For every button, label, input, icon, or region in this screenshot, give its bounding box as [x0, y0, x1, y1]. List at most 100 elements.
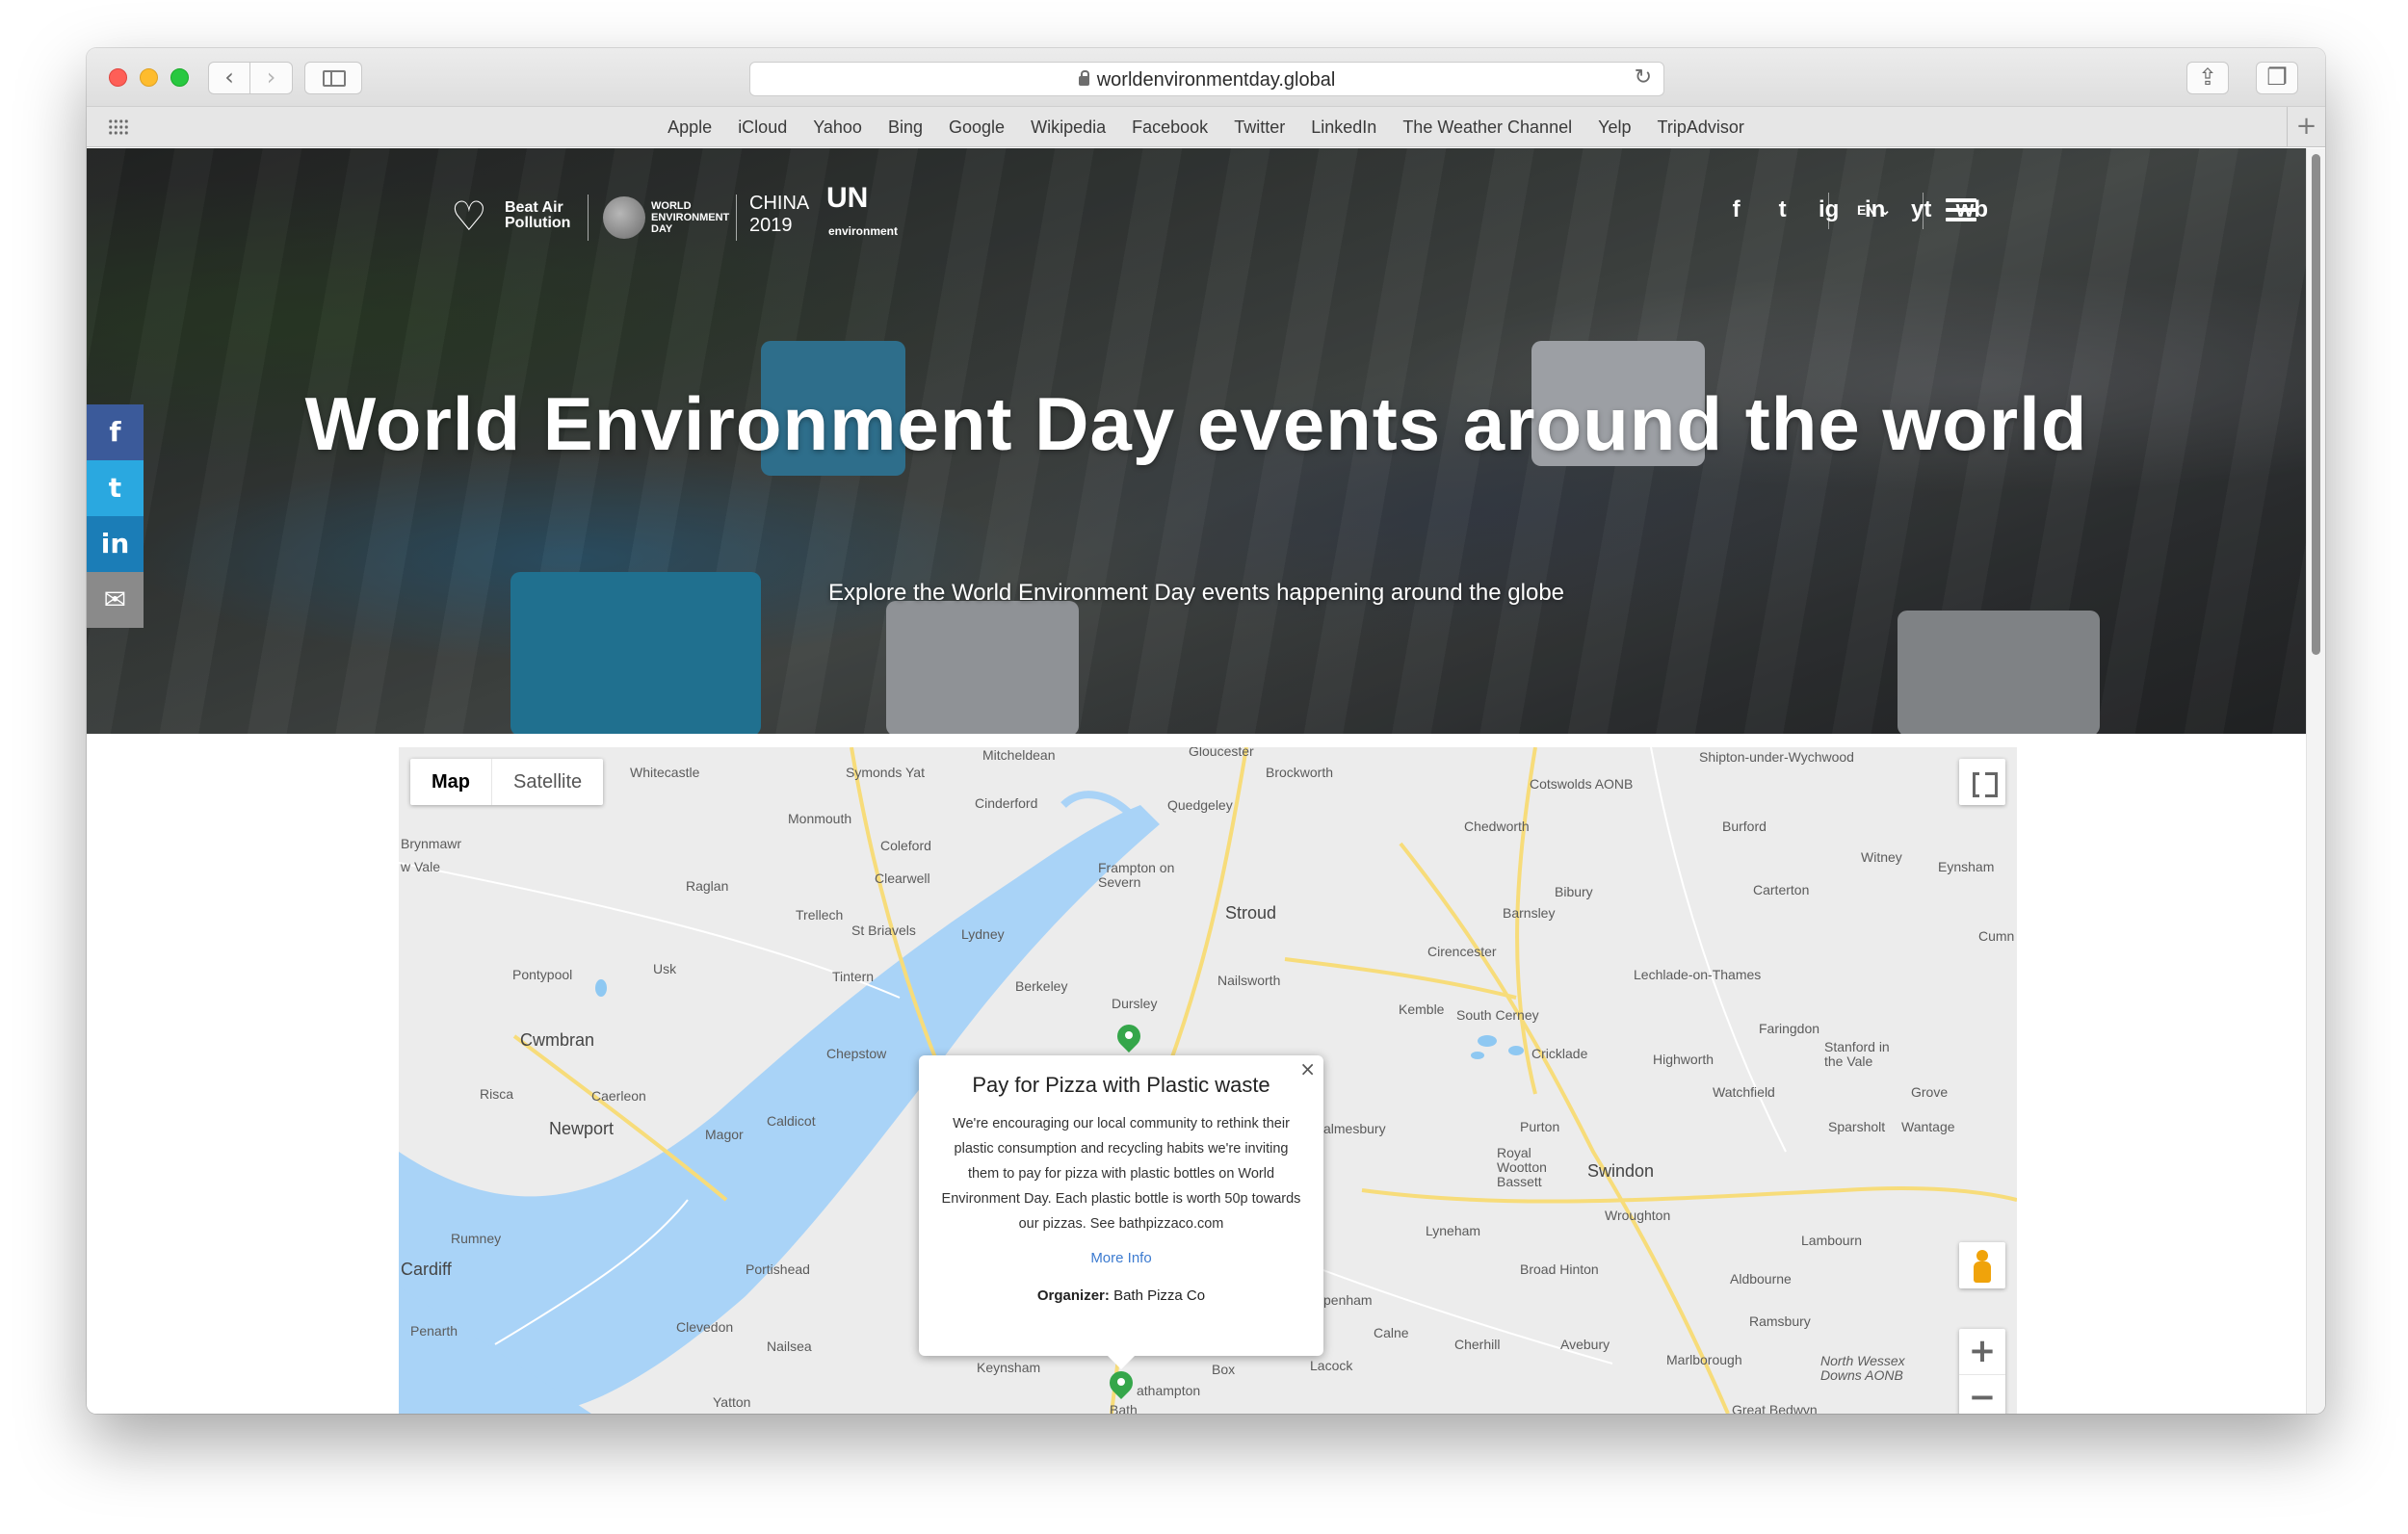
map-label: Pontypool	[512, 967, 573, 982]
share-email-icon[interactable]: ✉	[87, 572, 144, 628]
share-linkedin-icon[interactable]: in	[87, 516, 144, 572]
map-label: Clevedon	[676, 1319, 734, 1335]
bookmarks-bar: Apple iCloud Yahoo Bing Google Wikipedia…	[87, 107, 2325, 147]
map-label: Calne	[1374, 1325, 1409, 1340]
event-marker-icon[interactable]	[1110, 1371, 1133, 1402]
map-label: Stroud	[1225, 903, 1277, 923]
facebook-icon[interactable]: f	[1725, 196, 1748, 223]
reload-icon[interactable]: ↻	[1635, 65, 1652, 90]
divider	[736, 195, 737, 241]
bookmark-tripadvisor[interactable]: TripAdvisor	[1658, 117, 1744, 137]
bookmark-google[interactable]: Google	[949, 117, 1005, 137]
china-2019-logo: CHINA 2019	[749, 193, 809, 236]
events-map[interactable]: Gloucester Mitcheldean Symonds Yat White…	[399, 747, 2017, 1414]
organizer-label: Organizer:	[1036, 1287, 1110, 1304]
divider	[1828, 193, 1829, 229]
map-label: Monmouth	[788, 811, 852, 826]
url-text: worldenvironmentday.global	[1096, 69, 1336, 91]
map-label: Tintern	[832, 969, 875, 984]
title-bar: ‹ › worldenvironmentday.global ↻ ⇪ ❐	[87, 48, 2325, 107]
new-tab-button[interactable]: +	[2287, 107, 2325, 147]
scrollbar-thumb[interactable]	[2312, 154, 2320, 655]
bookmark-twitter[interactable]: Twitter	[1234, 117, 1285, 137]
lock-icon	[1078, 70, 1089, 86]
map-label: Brockworth	[1266, 765, 1334, 780]
map-type-satellite-button[interactable]: Satellite	[492, 759, 603, 805]
share-twitter-icon[interactable]: t	[87, 460, 144, 516]
map-label: Witney	[1861, 849, 1902, 865]
youtube-icon[interactable]: yt	[1910, 196, 1933, 223]
sidebar-toggle-button[interactable]	[304, 62, 362, 94]
map-label: Usk	[653, 961, 677, 976]
map-label: Stanford in the Vale	[1824, 1039, 1890, 1069]
forward-button[interactable]: ›	[250, 62, 293, 94]
language-selector[interactable]: EN ⌄	[1857, 202, 1891, 219]
share-facebook-icon[interactable]: f	[87, 404, 144, 460]
fullscreen-icon[interactable]	[1959, 759, 2005, 805]
address-bar[interactable]: worldenvironmentday.global ↻	[749, 62, 1664, 96]
map-label: Highworth	[1653, 1052, 1714, 1067]
map-label: Wroughton	[1605, 1208, 1671, 1223]
event-organizer: Organizer: Bath Pizza Co	[919, 1287, 1323, 1304]
map-label: Brynmawr	[401, 836, 462, 851]
map-label: Wantage	[1901, 1119, 1955, 1134]
bookmark-yahoo[interactable]: Yahoo	[813, 117, 862, 137]
map-label: Raglan	[686, 878, 729, 894]
bookmark-weather-channel[interactable]: The Weather Channel	[1402, 117, 1572, 137]
event-info-window: × Pay for Pizza with Plastic waste We're…	[919, 1055, 1323, 1369]
bookmark-icloud[interactable]: iCloud	[738, 117, 787, 137]
hero-photo-vehicle	[886, 601, 1079, 734]
map-label: Cardiff	[401, 1260, 452, 1279]
close-window-button[interactable]	[109, 68, 127, 87]
chevron-left-icon: ‹	[224, 64, 234, 91]
page-title: World Environment Day events around the …	[304, 381, 2088, 466]
map-label: Marlborough	[1666, 1352, 1742, 1367]
globe-logo-icon	[603, 196, 645, 239]
map-label: Lechlade-on-Thames	[1634, 967, 1762, 982]
event-marker-icon[interactable]	[1117, 1025, 1140, 1055]
map-label: Sparsholt	[1828, 1119, 1886, 1134]
page-scrollbar[interactable]	[2306, 148, 2325, 1414]
bookmark-apple[interactable]: Apple	[667, 117, 712, 137]
map-label: Kemble	[1399, 1001, 1445, 1017]
tabs-icon: ❐	[2266, 64, 2288, 91]
page-subtitle: Explore the World Environment Day events…	[827, 580, 1565, 606]
map-label: Rumney	[451, 1231, 502, 1246]
share-sidebar: f t in ✉	[87, 404, 144, 628]
back-button[interactable]: ‹	[208, 62, 250, 94]
zoom-in-button[interactable]: +	[1959, 1329, 2005, 1375]
event-description: We're encouraging our local community to…	[941, 1116, 1301, 1232]
map-label: Coleford	[880, 838, 931, 853]
map-label: Great Bedwyn	[1732, 1402, 1818, 1414]
minimize-window-button[interactable]	[140, 68, 158, 87]
bookmark-facebook[interactable]: Facebook	[1132, 117, 1208, 137]
twitter-icon[interactable]: t	[1771, 196, 1794, 223]
map-label: St Briavels	[851, 923, 916, 938]
bookmark-wikipedia[interactable]: Wikipedia	[1031, 117, 1106, 137]
map-label: Broad Hinton	[1520, 1261, 1599, 1277]
hero-photo-vehicle	[1898, 611, 2100, 734]
close-icon[interactable]: ×	[1299, 1057, 1316, 1080]
map-label: Purton	[1520, 1119, 1560, 1134]
map-type-map-button[interactable]: Map	[410, 759, 492, 805]
bookmark-linkedin[interactable]: LinkedIn	[1311, 117, 1376, 137]
map-label: Portishead	[746, 1261, 810, 1277]
zoom-out-button[interactable]: −	[1959, 1375, 2005, 1414]
map-label: Lacock	[1310, 1358, 1353, 1373]
zoom-window-button[interactable]	[170, 68, 189, 87]
bookmark-yelp[interactable]: Yelp	[1598, 117, 1631, 137]
more-info-link[interactable]: More Info	[919, 1250, 1323, 1266]
map-label: Clearwell	[875, 871, 930, 886]
map-label: Risca	[480, 1086, 514, 1102]
map-type-control: Map Satellite	[410, 759, 604, 805]
map-label: Lyneham	[1426, 1223, 1481, 1238]
street-view-pegman-icon[interactable]	[1959, 1242, 2005, 1288]
map-label: Cherhill	[1454, 1337, 1501, 1352]
map-label: Lambourn	[1801, 1233, 1863, 1248]
bookmark-bing[interactable]: Bing	[888, 117, 923, 137]
share-button[interactable]: ⇪	[2186, 62, 2229, 94]
show-tabs-button[interactable]: ❐	[2256, 62, 2298, 94]
menu-icon[interactable]	[1946, 198, 1976, 221]
map-label: Trellech	[796, 907, 844, 923]
map-label: Faringdon	[1759, 1021, 1820, 1036]
